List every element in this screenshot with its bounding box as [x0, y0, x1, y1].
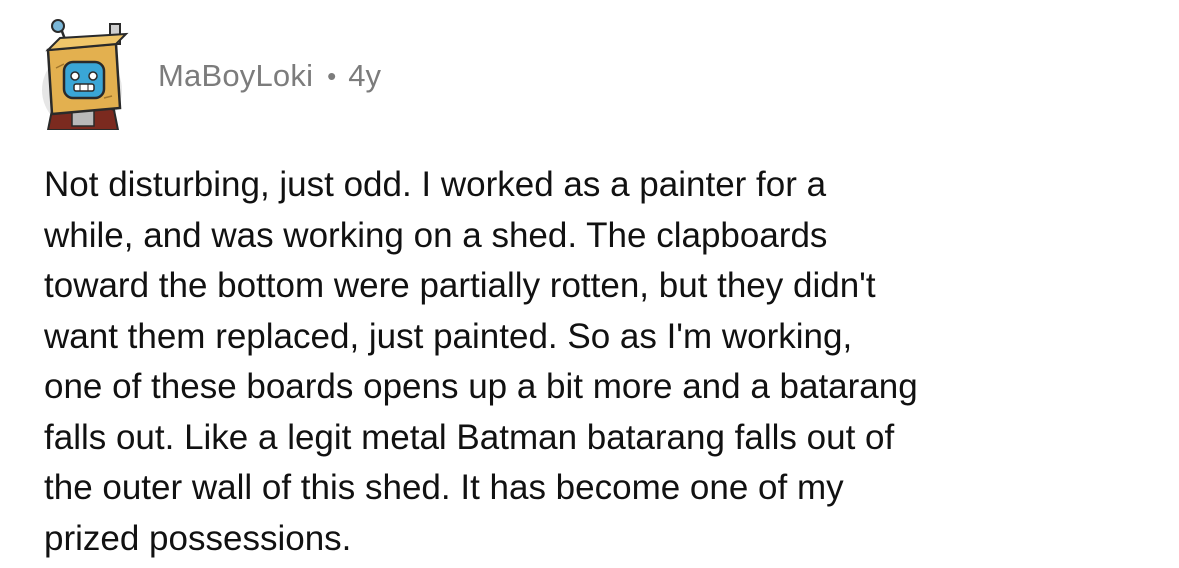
comment-body-line: Not disturbing, just odd. I worked as a … [44, 165, 827, 204]
robot-box-avatar-icon[interactable] [30, 18, 134, 130]
comment-body-line: while, and was working on a shed. The cl… [44, 215, 828, 255]
comment-body-line: the outer wall of this shed. It has beco… [44, 468, 844, 507]
comment-body-line: toward the bottom were partially rotten,… [44, 266, 876, 305]
comment-body: Not disturbing, just odd. I worked as a … [44, 160, 1154, 564]
meta-separator: • [327, 60, 337, 91]
comment-body-line: prized possessions. [44, 518, 352, 558]
comment: MaBoyLoki • 4y Not disturbing, just odd.… [0, 0, 1179, 568]
comment-body-line: one of these boards opens up a bit more … [44, 367, 918, 406]
comment-body-line: want them replaced, just painted. So as … [44, 316, 853, 356]
comment-body-line: falls out. Like a legit metal Batman bat… [44, 417, 895, 457]
comment-header: MaBoyLoki • 4y [30, 14, 381, 134]
comment-meta: MaBoyLoki • 4y [158, 58, 381, 94]
username-link[interactable]: MaBoyLoki [158, 58, 313, 94]
comment-age[interactable]: 4y [348, 58, 381, 94]
